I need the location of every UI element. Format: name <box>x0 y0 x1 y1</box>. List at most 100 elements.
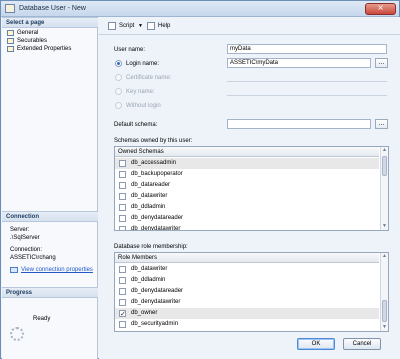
role-member-name: db_ddladmin <box>131 277 166 283</box>
script-icon <box>108 22 116 30</box>
role-member-checkbox[interactable] <box>119 266 126 273</box>
scroll-down-icon[interactable]: ▼ <box>381 324 388 331</box>
title-bar: Database User - New × <box>1 1 399 17</box>
owned-schema-row[interactable]: db_denydatawriter <box>115 224 379 231</box>
role-member-name: db_denydatawriter <box>131 299 181 305</box>
page-securables-label: Securables <box>17 38 48 44</box>
role-member-checkbox[interactable] <box>119 321 126 328</box>
login-browse-button[interactable]: ... <box>375 58 388 68</box>
owned-schema-row[interactable]: db_datawriter <box>115 191 379 202</box>
page-securables[interactable]: Securables <box>6 37 47 45</box>
ok-button[interactable]: OK <box>297 338 335 350</box>
owned-schema-checkbox[interactable] <box>119 160 126 167</box>
scroll-thumb[interactable] <box>382 156 387 176</box>
login-name-radio[interactable] <box>115 60 122 67</box>
user-name-input[interactable]: myData <box>227 44 387 54</box>
certificate-name-label: Certificate name: <box>126 75 172 81</box>
role-member-row[interactable]: db_securityadmin <box>115 319 379 330</box>
role-member-checkbox[interactable] <box>119 277 126 284</box>
owned-schema-name: db_datawriter <box>131 193 168 199</box>
owned-schema-checkbox[interactable] <box>119 182 126 189</box>
progress-header: Progress <box>2 287 98 298</box>
owned-schemas-label: Schemas owned by this user: <box>114 138 193 144</box>
role-member-name: db_datawriter <box>131 266 168 272</box>
owned-schema-row[interactable]: db_datareader <box>115 180 379 191</box>
view-connection-properties-text: View connection properties <box>21 267 93 273</box>
key-name-field <box>227 95 387 96</box>
owned-schemas-grid: Owned Schemas db_accessadmin db_backupop… <box>114 146 389 231</box>
scroll-down-icon[interactable]: ▼ <box>381 223 388 230</box>
page-extended-properties[interactable]: Extended Properties <box>6 45 71 53</box>
key-name-label: Key name: <box>126 89 155 95</box>
owned-schemas-scrollbar[interactable]: ▲ ▼ <box>380 147 388 230</box>
certificate-name-radio[interactable] <box>115 74 122 81</box>
view-connection-properties-link[interactable]: View connection properties <box>10 266 93 274</box>
page-icon <box>7 30 14 36</box>
properties-icon <box>10 267 18 273</box>
scroll-up-icon[interactable]: ▲ <box>381 253 388 260</box>
owned-schema-checkbox[interactable] <box>119 204 126 211</box>
window-title: Database User - New <box>19 5 86 12</box>
owned-schema-checkbox[interactable] <box>119 226 126 230</box>
page-icon <box>7 38 14 44</box>
owned-schema-name: db_accessadmin <box>131 160 177 166</box>
default-schema-browse-button[interactable]: ... <box>375 119 388 129</box>
owned-schema-checkbox[interactable] <box>119 215 126 222</box>
key-name-radio[interactable] <box>115 88 122 95</box>
role-member-name: db_denydatareader <box>131 288 184 294</box>
owned-schema-name: db_denydatawriter <box>131 226 181 231</box>
owned-schema-row[interactable]: db_ddladmin <box>115 202 379 213</box>
role-membership-scrollbar[interactable]: ▲ ▼ <box>380 253 388 331</box>
page-general[interactable]: General <box>6 29 38 37</box>
without-login-radio[interactable] <box>115 102 122 109</box>
database-user-icon <box>5 4 15 13</box>
close-button[interactable]: × <box>365 3 396 15</box>
role-member-row[interactable]: db_denydatawriter <box>115 297 379 308</box>
script-dropdown-icon: ▼ <box>138 23 143 29</box>
progress-status: Ready <box>33 316 51 322</box>
connection-header: Connection <box>2 211 98 222</box>
owned-schema-row[interactable]: db_backupoperator <box>115 169 379 180</box>
connection-value: ASSETIC\rchang <box>10 255 56 261</box>
owned-schema-checkbox[interactable] <box>119 171 126 178</box>
database-user-dialog: Database User - New × Select a page Gene… <box>0 0 400 359</box>
role-member-checkbox[interactable] <box>119 309 126 320</box>
login-name-label: Login name: <box>126 61 160 67</box>
role-member-name: db_owner <box>131 310 158 316</box>
login-name-input[interactable]: ASSETIC\myData <box>227 58 371 68</box>
page-general-label: General <box>17 30 39 36</box>
owned-schema-checkbox[interactable] <box>119 193 126 200</box>
connection-label: Connection: <box>10 247 43 253</box>
without-login-label: Without login <box>126 103 161 109</box>
help-button[interactable]: Help <box>147 21 170 31</box>
role-member-row[interactable]: db_owner <box>115 308 379 320</box>
owned-schema-row[interactable]: db_accessadmin <box>115 158 379 169</box>
server-value: .\SqlServer <box>10 235 40 241</box>
default-schema-input[interactable] <box>227 119 371 129</box>
server-label: Server: <box>10 227 30 233</box>
select-page-header: Select a page <box>2 17 98 28</box>
role-member-checkbox[interactable] <box>119 299 126 306</box>
role-membership-grid: Role Members db_datawriter db_ddladmin d… <box>114 252 389 332</box>
page-icon <box>7 46 14 52</box>
role-member-row[interactable]: db_denydatareader <box>115 286 379 297</box>
script-label: Script <box>119 23 135 29</box>
toolbar: Script ▼ Help <box>99 17 400 35</box>
role-member-name: db_securityadmin <box>131 321 179 327</box>
owned-schema-name: db_datareader <box>131 182 171 188</box>
general-page: Script ▼ Help User name: myData Login na… <box>99 17 400 359</box>
role-member-row[interactable]: db_ddladmin <box>115 275 379 286</box>
role-member-row[interactable]: db_datawriter <box>115 264 379 275</box>
certificate-name-field <box>227 81 387 82</box>
owned-schema-row[interactable]: db_denydatareader <box>115 213 379 224</box>
role-member-checkbox[interactable] <box>119 288 126 295</box>
help-icon <box>147 22 155 30</box>
scroll-thumb[interactable] <box>382 300 387 322</box>
owned-schemas-column-header: Owned Schemas <box>115 147 379 157</box>
page-extended-properties-label: Extended Properties <box>17 46 72 52</box>
scroll-up-icon[interactable]: ▲ <box>381 147 388 154</box>
default-schema-label: Default schema: <box>114 122 158 128</box>
cancel-button[interactable]: Cancel <box>343 338 381 350</box>
database-role-membership-label: Database role membership: <box>114 244 188 250</box>
script-button[interactable]: Script ▼ <box>108 21 143 31</box>
